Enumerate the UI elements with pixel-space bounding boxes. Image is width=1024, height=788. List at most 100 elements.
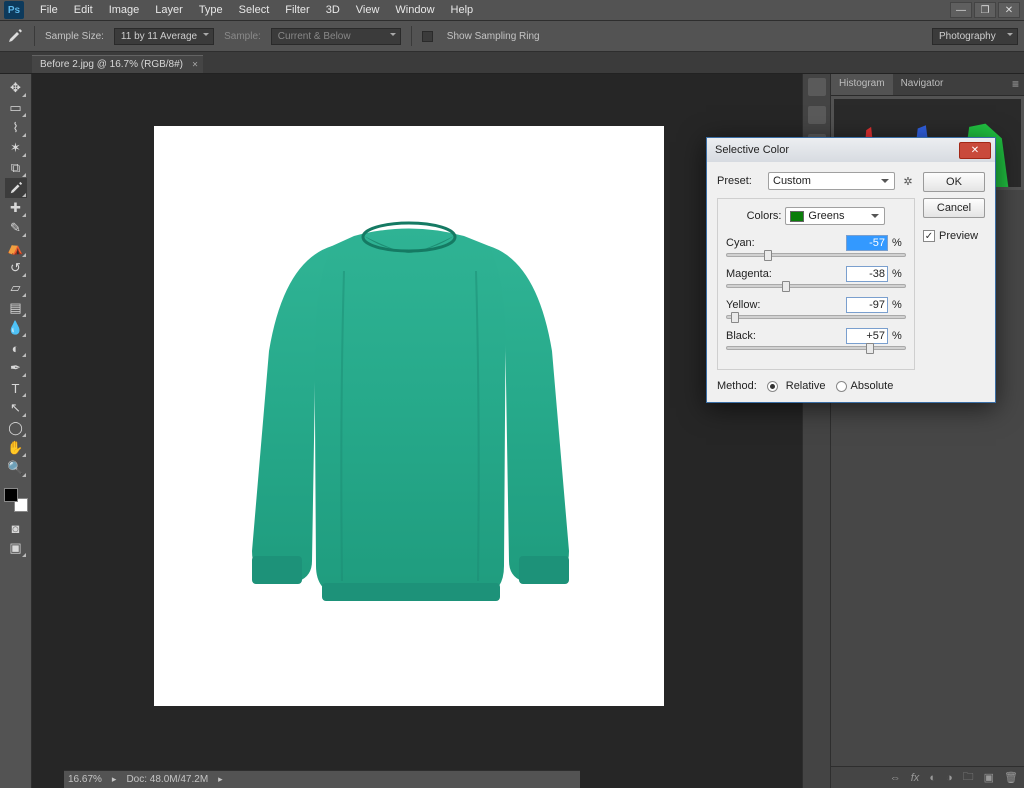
restore-button[interactable]: ❐: [974, 2, 996, 18]
adjustment-layer-icon[interactable]: ◑: [946, 772, 953, 784]
pct: %: [892, 268, 906, 280]
window-controls: — ❐ ✕: [950, 2, 1020, 18]
screenmode-toggle[interactable]: ▣: [5, 538, 27, 558]
color-swatches[interactable]: [4, 488, 28, 512]
show-ring-label: Show Sampling Ring: [447, 31, 540, 42]
type-tool[interactable]: T: [5, 378, 27, 398]
zoom-arrow-icon[interactable]: ▸: [112, 774, 117, 785]
pen-tool[interactable]: ✒: [5, 358, 27, 378]
mask-icon[interactable]: ◐: [929, 772, 936, 784]
color-sliders-group: Colors: Greens Cyan:-57% Magenta:-38% Ye…: [717, 198, 915, 370]
panel-options-icon[interactable]: ≡: [1007, 74, 1024, 95]
pct: %: [892, 330, 906, 342]
menu-select[interactable]: Select: [231, 4, 278, 16]
gradient-tool[interactable]: ▤: [5, 298, 27, 318]
preset-dropdown[interactable]: Custom: [768, 172, 895, 190]
method-row: Method: Relative Absolute: [717, 380, 915, 392]
magenta-label: Magenta:: [726, 268, 786, 280]
magenta-slider[interactable]: [726, 284, 906, 288]
document-tab-label: Before 2.jpg @ 16.7% (RGB/8#): [40, 59, 183, 70]
crop-tool[interactable]: ⧉: [5, 158, 27, 178]
docinfo-arrow-icon[interactable]: ▸: [218, 774, 223, 785]
menu-layer[interactable]: Layer: [147, 4, 191, 16]
menu-3d[interactable]: 3D: [318, 4, 348, 16]
relative-radio[interactable]: Relative: [767, 380, 826, 392]
marquee-tool[interactable]: ▭: [5, 98, 27, 118]
black-slider[interactable]: [726, 346, 906, 350]
dialog-titlebar[interactable]: Selective Color ✕: [707, 138, 995, 162]
collapsed-panel-icon[interactable]: [808, 78, 826, 96]
yellow-input[interactable]: -97: [846, 297, 888, 313]
histogram-tab[interactable]: Histogram: [831, 74, 893, 95]
menu-view[interactable]: View: [348, 4, 388, 16]
sample-size-label: Sample Size:: [45, 31, 104, 42]
quickmask-toggle[interactable]: ◙: [5, 518, 27, 538]
shape-tool[interactable]: ◯: [5, 418, 27, 438]
selective-color-dialog[interactable]: Selective Color ✕ Preset: Custom ✲ Color…: [706, 137, 996, 403]
show-ring-checkbox[interactable]: [422, 31, 433, 42]
absolute-label: Absolute: [851, 380, 894, 392]
stamp-tool[interactable]: ⛺: [5, 238, 27, 258]
black-input[interactable]: +57: [846, 328, 888, 344]
new-layer-icon[interactable]: ▣: [984, 771, 994, 784]
colors-value: Greens: [808, 210, 844, 222]
navigator-tab[interactable]: Navigator: [893, 74, 952, 95]
toolbox: ✥ ▭ ⌇ ✶ ⧉ ✚ ✎ ⛺ ↺ ▱ ▤ 💧 ◐ ✒ T ↖ ◯ ✋ 🔍 ◙ …: [0, 74, 32, 788]
eyedropper-icon: [6, 27, 24, 45]
sample-size-dropdown[interactable]: 11 by 11 Average: [114, 28, 214, 45]
cyan-input[interactable]: -57: [846, 235, 888, 251]
cyan-slider[interactable]: [726, 253, 906, 257]
minimize-button[interactable]: —: [950, 2, 972, 18]
pct: %: [892, 237, 906, 249]
relative-label: Relative: [786, 380, 826, 392]
menu-type[interactable]: Type: [191, 4, 231, 16]
colors-dropdown[interactable]: Greens: [785, 207, 885, 225]
collapsed-panel-icon[interactable]: [808, 106, 826, 124]
menu-help[interactable]: Help: [443, 4, 482, 16]
document-canvas[interactable]: [154, 126, 664, 706]
menu-filter[interactable]: Filter: [277, 4, 317, 16]
zoom-level[interactable]: 16.67%: [68, 774, 102, 785]
history-brush-tool[interactable]: ↺: [5, 258, 27, 278]
panel-tabs: Histogram Navigator ≡: [831, 74, 1024, 96]
preview-checkbox[interactable]: ✓Preview: [923, 230, 985, 242]
dodge-tool[interactable]: ◐: [5, 338, 27, 358]
pct: %: [892, 299, 906, 311]
magenta-input[interactable]: -38: [846, 266, 888, 282]
close-tab-icon[interactable]: ×: [192, 59, 198, 70]
preset-label: Preset:: [717, 175, 762, 187]
move-tool[interactable]: ✥: [5, 78, 27, 98]
zoom-tool[interactable]: 🔍: [5, 458, 27, 478]
healing-tool[interactable]: ✚: [5, 198, 27, 218]
menu-file[interactable]: File: [32, 4, 66, 16]
cancel-button[interactable]: Cancel: [923, 198, 985, 218]
menu-edit[interactable]: Edit: [66, 4, 101, 16]
hand-tool[interactable]: ✋: [5, 438, 27, 458]
brush-tool[interactable]: ✎: [5, 218, 27, 238]
trash-icon[interactable]: 🗑: [1004, 771, 1018, 784]
document-tab[interactable]: Before 2.jpg @ 16.7% (RGB/8#) ×: [32, 55, 203, 73]
eyedropper-tool[interactable]: [5, 178, 27, 198]
canvas-area[interactable]: 16.67% ▸ Doc: 48.0M/47.2M ▸: [32, 74, 802, 788]
link-icon[interactable]: ⇔: [890, 772, 901, 784]
yellow-slider[interactable]: [726, 315, 906, 319]
foreground-swatch[interactable]: [4, 488, 18, 502]
quick-select-tool[interactable]: ✶: [5, 138, 27, 158]
fx-icon[interactable]: fx: [911, 772, 920, 784]
preset-gear-icon[interactable]: ✲: [901, 174, 915, 188]
lasso-tool[interactable]: ⌇: [5, 118, 27, 138]
ok-button[interactable]: OK: [923, 172, 985, 192]
menubar: Ps File Edit Image Layer Type Select Fil…: [0, 0, 1024, 20]
blur-tool[interactable]: 💧: [5, 318, 27, 338]
menu-image[interactable]: Image: [101, 4, 148, 16]
close-window-button[interactable]: ✕: [998, 2, 1020, 18]
group-icon[interactable]: 🗀: [963, 768, 974, 787]
dialog-close-button[interactable]: ✕: [959, 142, 991, 159]
sample-layer-dropdown[interactable]: Current & Below: [271, 28, 401, 45]
path-select-tool[interactable]: ↖: [5, 398, 27, 418]
workspace-dropdown[interactable]: Photography: [932, 28, 1018, 45]
menu-window[interactable]: Window: [387, 4, 442, 16]
eraser-tool[interactable]: ▱: [5, 278, 27, 298]
doc-size: Doc: 48.0M/47.2M: [126, 774, 208, 785]
absolute-radio[interactable]: Absolute: [836, 380, 894, 392]
